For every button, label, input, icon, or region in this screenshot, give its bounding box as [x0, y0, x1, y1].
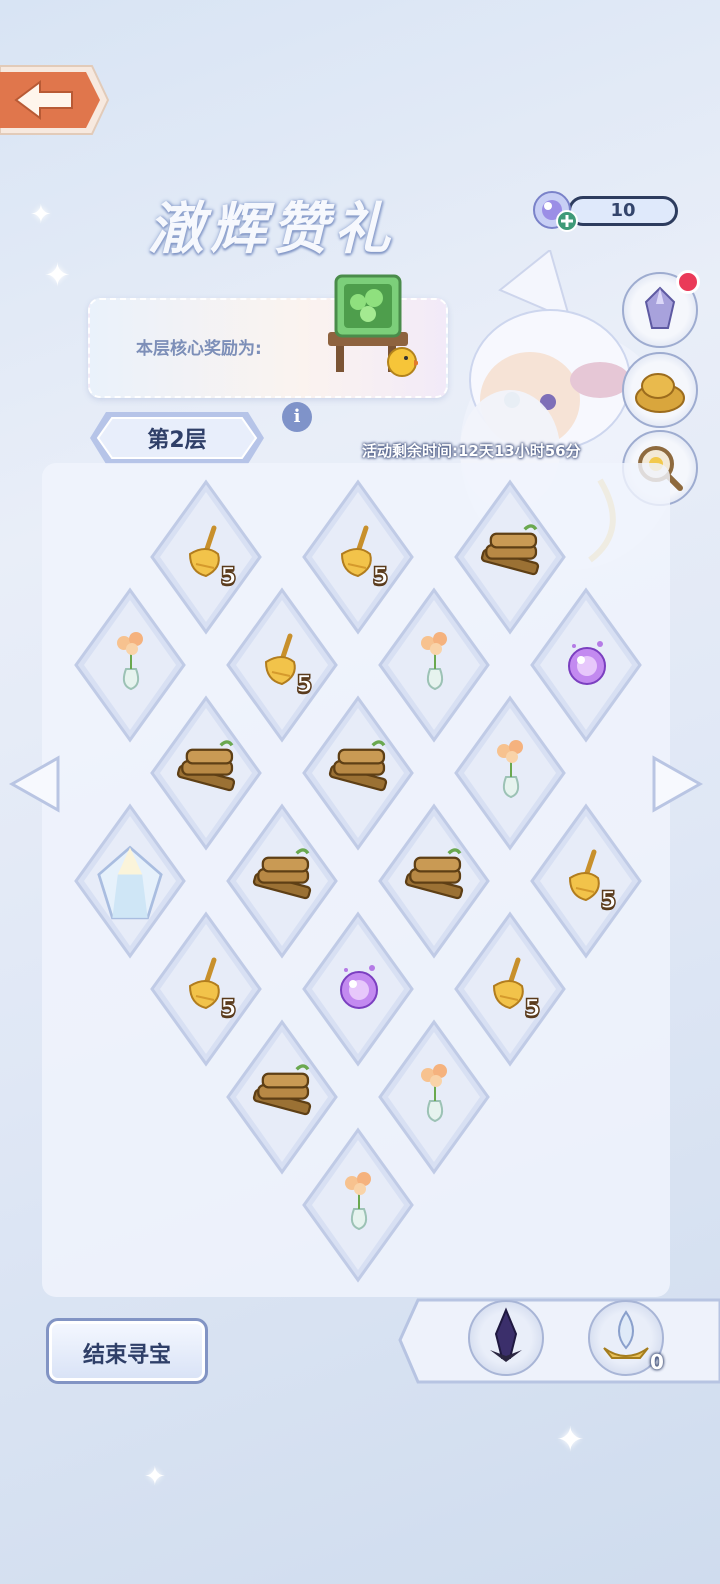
flower-vase-icon	[497, 740, 523, 799]
gold-side-button[interactable]	[622, 352, 698, 428]
layer-label: 第2层	[147, 428, 207, 453]
grid-cell[interactable]	[300, 1126, 416, 1284]
add-gem-button[interactable]	[556, 210, 578, 232]
next-page-arrow[interactable]	[648, 752, 704, 816]
counter-value: 10	[610, 200, 636, 221]
wood-icon	[176, 740, 236, 792]
wood-icon	[252, 848, 312, 900]
sparkle-decoration: ✦	[144, 1462, 166, 1492]
end-treasure-button[interactable]: 结束寻宝	[46, 1318, 208, 1384]
gold-pile-icon	[635, 373, 685, 413]
back-button[interactable]	[0, 62, 112, 138]
flower-vase-icon	[345, 1172, 371, 1231]
light-crystal-qty: 0	[650, 1350, 664, 1374]
dark-crystal-slot[interactable]	[468, 1300, 544, 1376]
wood-icon	[404, 848, 464, 900]
info-icon[interactable]: i	[282, 402, 312, 432]
event-timer: 活动剩余时间:12天13小时56分	[362, 442, 581, 460]
item-qty: 5	[523, 993, 541, 1023]
plant-box-reward-icon[interactable]	[318, 266, 418, 390]
dark-crystal-icon	[490, 1307, 522, 1362]
core-reward-label: 本层核心奖励为:	[136, 339, 262, 359]
gem-counter: 10	[526, 188, 682, 234]
item-tray	[398, 1298, 720, 1384]
sparkle-decoration: ✦	[556, 1420, 585, 1460]
end-treasure-label: 结束寻宝	[82, 1343, 171, 1368]
wood-icon	[480, 524, 540, 576]
prev-page-arrow[interactable]	[8, 752, 64, 816]
purple-orb-icon	[568, 641, 606, 685]
item-qty: 5	[599, 885, 617, 915]
counter-bar: 10	[568, 196, 678, 226]
event-title-text: 澈辉赞礼	[148, 196, 396, 262]
wood-icon	[328, 740, 388, 792]
core-reward-panel: 本层核心奖励为:	[88, 274, 448, 398]
flower-vase-icon	[421, 1064, 447, 1123]
purple-orb-icon	[340, 965, 378, 1009]
layer-tab[interactable]: 第2层	[76, 408, 278, 468]
sparkle-decoration: ✦	[44, 256, 71, 294]
notification-badge	[676, 270, 700, 294]
sparkle-decoration: ✦	[30, 200, 52, 230]
wood-icon	[252, 1064, 312, 1116]
flower-vase-icon	[421, 632, 447, 691]
flower-vase-icon	[117, 632, 143, 691]
